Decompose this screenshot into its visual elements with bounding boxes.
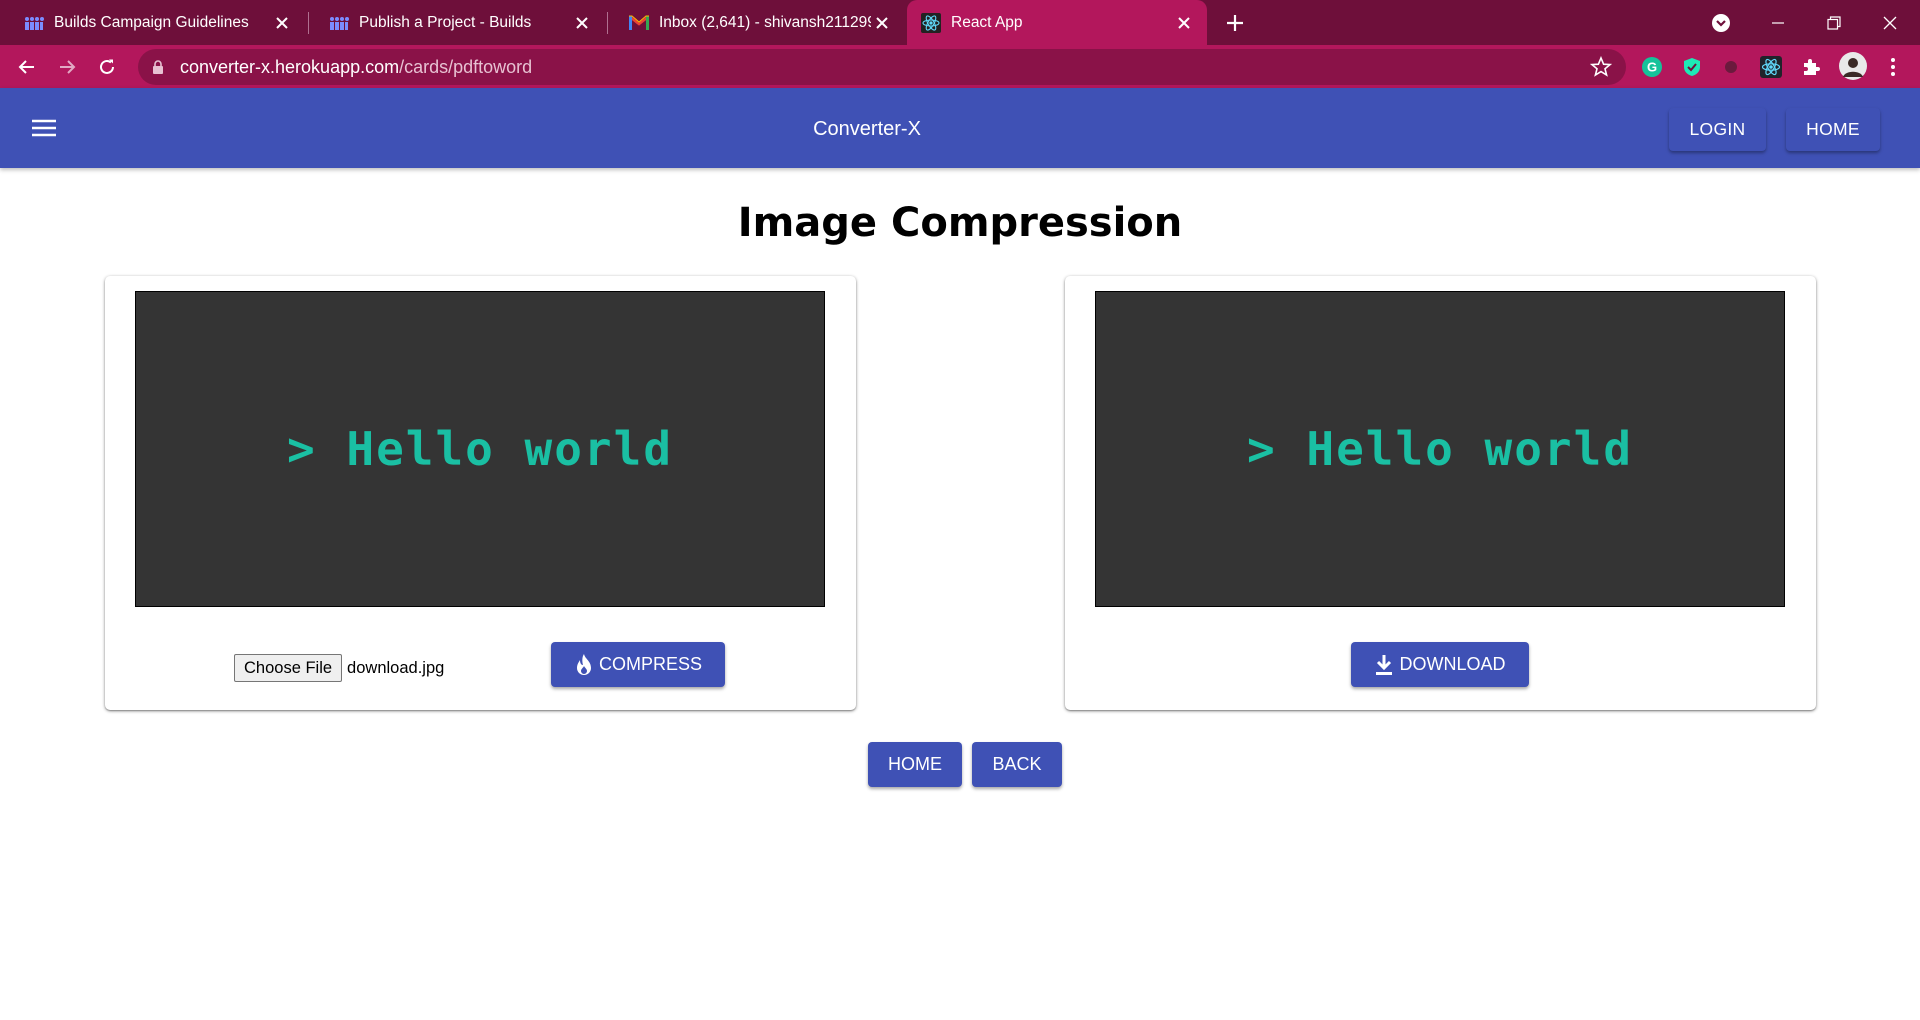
address-bar[interactable]: converter-x.herokuapp.com/cards/pdftowor… [138,49,1626,85]
compressed-image-preview: > Hello world [1095,291,1785,607]
gmail-icon [629,13,649,33]
svg-text:G: G [1647,60,1657,75]
forward-arrow-icon[interactable] [51,51,83,83]
tab-title: Publish a Project - Builds [359,13,532,31]
lock-icon [152,59,166,75]
url-path: /cards/pdftoword [399,56,533,77]
dark-extension-icon[interactable] [1720,56,1742,78]
preview-image-text: > Hello world [1246,422,1634,476]
close-icon[interactable] [571,12,593,34]
grammarly-icon[interactable]: G [1641,56,1663,78]
header-home-button[interactable]: HOME [1786,108,1880,151]
minimize-icon[interactable] [1750,0,1806,45]
more-options-icon[interactable] [1882,56,1904,78]
page-title: Image Compression [737,200,1183,246]
url-text: converter-x.herokuapp.com/cards/pdftowor… [180,57,532,78]
original-image-preview: > Hello world [135,291,825,607]
download-button-label: DOWNLOAD [1399,654,1506,674]
back-arrow-icon[interactable] [11,51,43,83]
reload-icon[interactable] [91,51,123,83]
input-image-card: > Hello world Choose File download.jpg C… [105,276,856,710]
builds-icon [329,13,349,33]
extensions-puzzle-icon[interactable] [1800,56,1822,78]
selected-file-name: download.jpg [347,658,445,677]
browser-tab-builds-guidelines[interactable]: Builds Campaign Guidelines [0,0,305,45]
react-devtools-icon[interactable] [1760,56,1782,78]
home-button[interactable]: HOME [868,742,962,787]
bookmark-star-icon[interactable] [1589,55,1613,78]
tab-title: React App [951,13,1023,31]
compress-button[interactable]: COMPRESS [551,642,725,687]
builds-icon [24,13,44,33]
browser-tab-gmail-inbox[interactable]: Inbox (2,641) - shivansh211299@ [605,0,905,45]
preview-image-text: > Hello world [286,422,674,476]
shield-icon[interactable] [1681,56,1703,78]
file-input[interactable]: Choose File download.jpg [234,654,444,682]
app-header: Converter-X LOGIN HOME [0,88,1920,168]
login-button[interactable]: LOGIN [1669,108,1766,151]
fire-icon [576,653,591,675]
new-tab-button[interactable] [1220,8,1250,38]
browser-tab-publish-project[interactable]: Publish a Project - Builds [305,0,605,45]
avatar[interactable] [1838,51,1868,81]
react-icon [921,12,941,33]
back-button[interactable]: BACK [972,742,1062,787]
close-icon[interactable] [1173,12,1195,34]
tab-search-button[interactable] [1693,0,1749,45]
download-button[interactable]: DOWNLOAD [1351,642,1529,687]
compress-button-label: COMPRESS [598,654,703,674]
output-image-card: > Hello world DOWNLOAD [1065,276,1816,710]
tab-title: Inbox (2,641) - shivansh211299@ [659,13,871,31]
tab-title: Builds Campaign Guidelines [54,13,249,31]
url-host: converter-x.herokuapp.com [180,56,400,77]
close-icon[interactable] [271,12,293,34]
app-title: Converter-X [813,118,921,140]
choose-file-button[interactable]: Choose File [234,654,343,682]
close-icon[interactable] [871,12,893,34]
download-icon [1376,654,1393,675]
browser-tab-react-app[interactable]: React App [907,0,1207,45]
browser-toolbar: converter-x.herokuapp.com/cards/pdftowor… [0,45,1920,88]
browser-tabstrip: Builds Campaign Guidelines Publish a Pro… [0,0,1920,45]
window-close-icon[interactable] [1862,0,1918,45]
restore-icon[interactable] [1806,0,1862,45]
